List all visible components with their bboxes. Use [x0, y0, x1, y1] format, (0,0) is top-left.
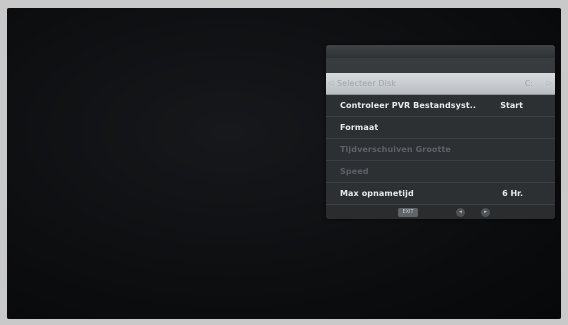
right-arrow-icon[interactable]: ▷: [547, 73, 552, 94]
exit-button[interactable]: EXIT: [398, 208, 418, 217]
menu-item-select-disk[interactable]: ◁ Selecteer Disk C: ▷: [326, 73, 555, 95]
menu-item-value: 6 Hr.: [502, 189, 523, 198]
menu-item-value: C:: [524, 79, 533, 88]
pvr-settings-menu: ◁ Selecteer Disk C: ▷ Controleer PVR Bes…: [326, 45, 555, 219]
menu-item-value: Start: [500, 101, 523, 110]
menu-item-label: Controleer PVR Bestandsyst..: [340, 101, 477, 110]
menu-item-speed: Speed: [326, 161, 555, 183]
right-arrow-icon[interactable]: ▸: [481, 208, 490, 217]
menu-list: ◁ Selecteer Disk C: ▷ Controleer PVR Bes…: [326, 73, 555, 205]
menu-item-label: Speed: [340, 167, 369, 176]
tv-screen: ◁ Selecteer Disk C: ▷ Controleer PVR Bes…: [7, 8, 561, 319]
menu-item-timeshift-size: Tijdverschuiven Grootte: [326, 139, 555, 161]
left-arrow-icon[interactable]: ◂: [456, 208, 465, 217]
menu-item-label: Formaat: [340, 123, 379, 132]
menu-item-label: Max opnametijd: [340, 189, 414, 198]
left-arrow-icon[interactable]: ◁: [328, 73, 333, 94]
menu-item-label: Selecteer Disk: [337, 79, 396, 88]
menu-footer: EXIT ◂ ▸: [326, 205, 555, 219]
menu-header-bar: [326, 45, 555, 58]
menu-item-format[interactable]: Formaat: [326, 117, 555, 139]
menu-item-label: Tijdverschuiven Grootte: [340, 145, 451, 154]
menu-item-max-recording-time[interactable]: Max opnametijd 6 Hr.: [326, 183, 555, 205]
menu-item-check-pvr-filesystem[interactable]: Controleer PVR Bestandsyst.. Start: [326, 95, 555, 117]
